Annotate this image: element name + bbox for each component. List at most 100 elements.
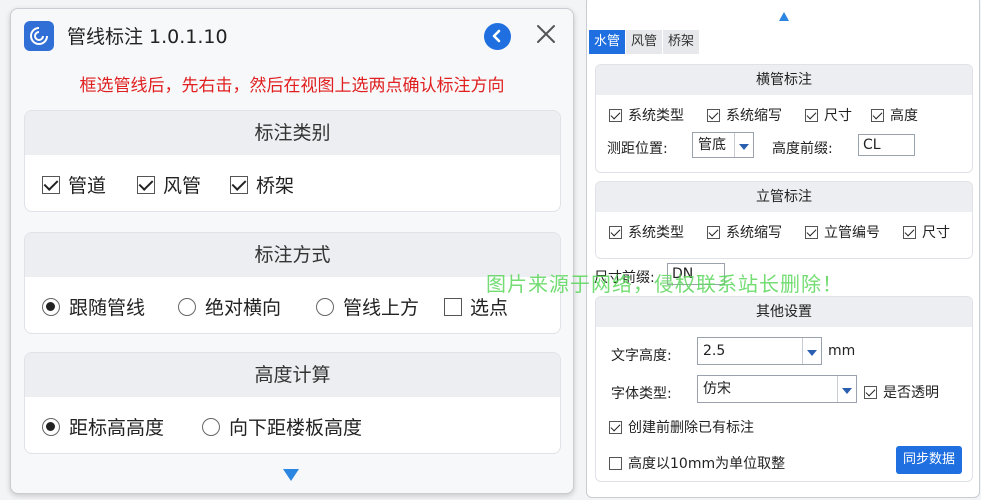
annotation-category-section: 标注类别 管道 风管 桥架	[24, 110, 561, 212]
radio-circle[interactable]	[42, 417, 60, 436]
system-abbr-checkbox[interactable]: 系统缩写	[707, 105, 782, 125]
to-floor-slab-radio[interactable]: 向下距楼板高度	[202, 413, 362, 440]
option-label: 立管编号	[824, 225, 880, 241]
checkbox-box[interactable]	[871, 108, 884, 122]
checkbox-box[interactable]	[903, 225, 916, 239]
option-label: 选点	[470, 297, 509, 319]
text-height-label: 文字高度:	[611, 348, 672, 364]
delete-existing-checkbox[interactable]: 创建前删除已有标注	[609, 417, 754, 437]
option-label: 高度	[890, 108, 918, 124]
option-label: 系统类型	[628, 108, 684, 124]
option-label: 高度以10mm为单位取整	[628, 456, 786, 472]
height-prefix-input[interactable]: CL	[858, 134, 915, 156]
option-label: 距标高高度	[69, 417, 165, 439]
option-label: 是否透明	[883, 385, 939, 401]
select-value: 2.5	[703, 343, 726, 359]
option-label: 尺寸	[824, 108, 852, 124]
close-button[interactable]	[533, 21, 559, 47]
checkbox-box[interactable]	[609, 225, 622, 239]
section-title: 立管标注	[596, 182, 972, 212]
vertical-pipe-section: 立管标注 系统类型 系统缩写 立管编号 尺寸	[595, 181, 973, 259]
checkbox-box[interactable]	[805, 108, 818, 122]
checkbox-box[interactable]	[805, 225, 818, 239]
chevron-down-icon[interactable]	[837, 376, 856, 402]
checkbox-box[interactable]	[609, 420, 622, 434]
section-title: 标注方式	[25, 233, 560, 277]
chevron-left-icon	[492, 29, 501, 43]
scroll-down-arrow-icon[interactable]	[283, 469, 299, 481]
option-label: 跟随管线	[69, 297, 146, 319]
round-height-checkbox[interactable]: 高度以10mm为单位取整	[609, 453, 785, 473]
select-value: 仿宋	[703, 381, 731, 397]
from-level-radio[interactable]: 距标高高度	[42, 413, 164, 440]
checkbox-box[interactable]	[707, 225, 720, 239]
option-label: 尺寸	[922, 225, 950, 241]
checkbox-box[interactable]	[42, 175, 60, 194]
duct-checkbox[interactable]: 风管	[137, 171, 201, 198]
tab-bar: 水管 风管 桥架	[589, 30, 701, 54]
distance-position-select[interactable]: 管底	[692, 132, 754, 158]
title-bar: 管线标注 1.0.1.10	[11, 9, 573, 61]
follow-pipe-radio[interactable]: 跟随管线	[42, 293, 145, 320]
option-label: 系统类型	[628, 225, 684, 241]
instruction-hint: 框选管线后，先右击，然后在视图上选两点确认标注方向	[79, 76, 505, 96]
system-abbr-checkbox[interactable]: 系统缩写	[707, 222, 782, 242]
size-checkbox[interactable]: 尺寸	[903, 222, 950, 242]
pick-point-checkbox[interactable]: 选点	[444, 293, 508, 320]
section-title: 高度计算	[25, 353, 560, 397]
annotation-method-section: 标注方式 跟随管线 绝对横向 管线上方 选点	[24, 232, 561, 334]
unit-label: mm	[828, 343, 856, 359]
radio-circle[interactable]	[42, 297, 60, 316]
other-settings-section: 其他设置 文字高度: 2.5 mm 字体类型: 仿宋 是否透明 创建前删除已有标…	[595, 296, 973, 482]
checkbox-box[interactable]	[137, 175, 155, 194]
chevron-down-icon[interactable]	[802, 338, 821, 364]
tab-cable-tray[interactable]: 桥架	[663, 30, 701, 54]
above-pipe-radio[interactable]: 管线上方	[316, 293, 419, 320]
checkbox-box[interactable]	[444, 297, 462, 316]
pipe-checkbox[interactable]: 管道	[42, 171, 106, 198]
option-label: 管线上方	[343, 297, 420, 319]
sync-data-button[interactable]: 同步数据	[896, 446, 962, 474]
system-type-checkbox[interactable]: 系统类型	[609, 105, 684, 125]
section-title: 标注类别	[25, 111, 560, 155]
font-type-label: 字体类型:	[611, 386, 672, 402]
chevron-down-icon[interactable]	[734, 133, 753, 157]
checkbox-box[interactable]	[609, 108, 622, 122]
riser-number-checkbox[interactable]: 立管编号	[805, 222, 880, 242]
cable-tray-checkbox[interactable]: 桥架	[230, 171, 294, 198]
back-button[interactable]	[484, 23, 511, 50]
checkbox-box[interactable]	[707, 108, 720, 122]
radio-circle[interactable]	[316, 297, 334, 316]
pipe-annotation-window: 管线标注 1.0.1.10 框选管线后，先右击，然后在视图上选两点确认标注方向 …	[10, 8, 574, 494]
radio-circle[interactable]	[202, 417, 220, 436]
system-type-checkbox[interactable]: 系统类型	[609, 222, 684, 242]
select-value: 管底	[698, 137, 726, 153]
font-type-select[interactable]: 仿宋	[697, 375, 857, 403]
horizontal-pipe-section: 横管标注 系统类型 系统缩写 尺寸 高度 测距位置: 管底 高度前缀: CL	[595, 64, 973, 173]
text-height-select[interactable]: 2.5	[697, 337, 822, 365]
section-title: 其他设置	[596, 297, 972, 327]
checkbox-box[interactable]	[230, 175, 248, 194]
watermark-text: 图片来源于网络，侵权联系站长删除！	[486, 272, 843, 296]
settings-panel: 水管 风管 桥架 横管标注 系统类型 系统缩写 尺寸 高度 测距位置: 管底 高…	[586, 0, 980, 498]
option-label: 管道	[68, 175, 107, 197]
option-label: 风管	[163, 175, 202, 197]
checkbox-box[interactable]	[609, 456, 622, 470]
option-label: 绝对横向	[205, 297, 282, 319]
height-checkbox[interactable]: 高度	[871, 105, 918, 125]
window-title: 管线标注 1.0.1.10	[67, 26, 228, 48]
tab-duct[interactable]: 风管	[626, 30, 664, 54]
radio-circle[interactable]	[178, 297, 196, 316]
option-label: 向下距楼板高度	[229, 417, 363, 439]
tab-water-pipe[interactable]: 水管	[589, 30, 627, 54]
checkbox-box[interactable]	[864, 385, 877, 399]
absolute-horizontal-radio[interactable]: 绝对横向	[178, 293, 281, 320]
scroll-up-arrow-icon[interactable]	[779, 12, 789, 21]
close-icon	[537, 25, 555, 43]
transparent-checkbox[interactable]: 是否透明	[864, 382, 939, 402]
option-label: 系统缩写	[726, 108, 782, 124]
size-checkbox[interactable]: 尺寸	[805, 105, 852, 125]
option-label: 系统缩写	[726, 225, 782, 241]
height-prefix-label: 高度前缀:	[772, 141, 833, 157]
option-label: 桥架	[256, 175, 295, 197]
